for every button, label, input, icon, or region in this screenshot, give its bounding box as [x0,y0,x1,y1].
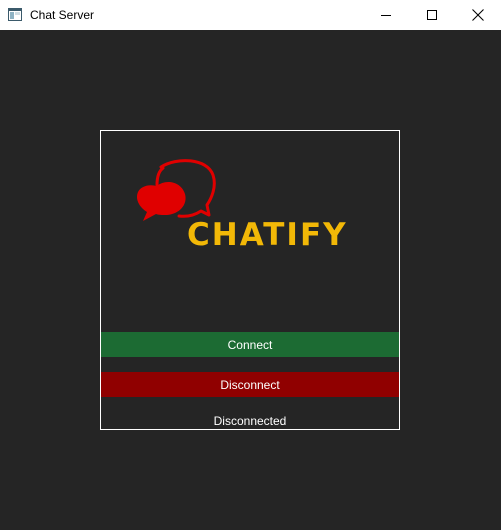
minimize-icon [381,15,391,16]
title-bar[interactable]: Chat Server [0,0,501,30]
logo-text: CHATIFY [187,217,348,253]
connection-status: Disconnected [213,414,287,428]
window-title: Chat Server [30,8,95,22]
app-window: Chat Server CHATIFY Connect Disconnect D… [0,0,501,530]
disconnect-button[interactable]: Disconnect [101,372,399,397]
close-icon [472,9,484,21]
maximize-button[interactable] [409,0,455,30]
minimize-button[interactable] [363,0,409,30]
connection-panel: CHATIFY Connect Disconnect Disconnected [100,130,400,430]
window-app-icon [8,8,22,21]
close-button[interactable] [455,0,501,30]
connect-button[interactable]: Connect [101,332,399,357]
maximize-icon [427,10,437,20]
